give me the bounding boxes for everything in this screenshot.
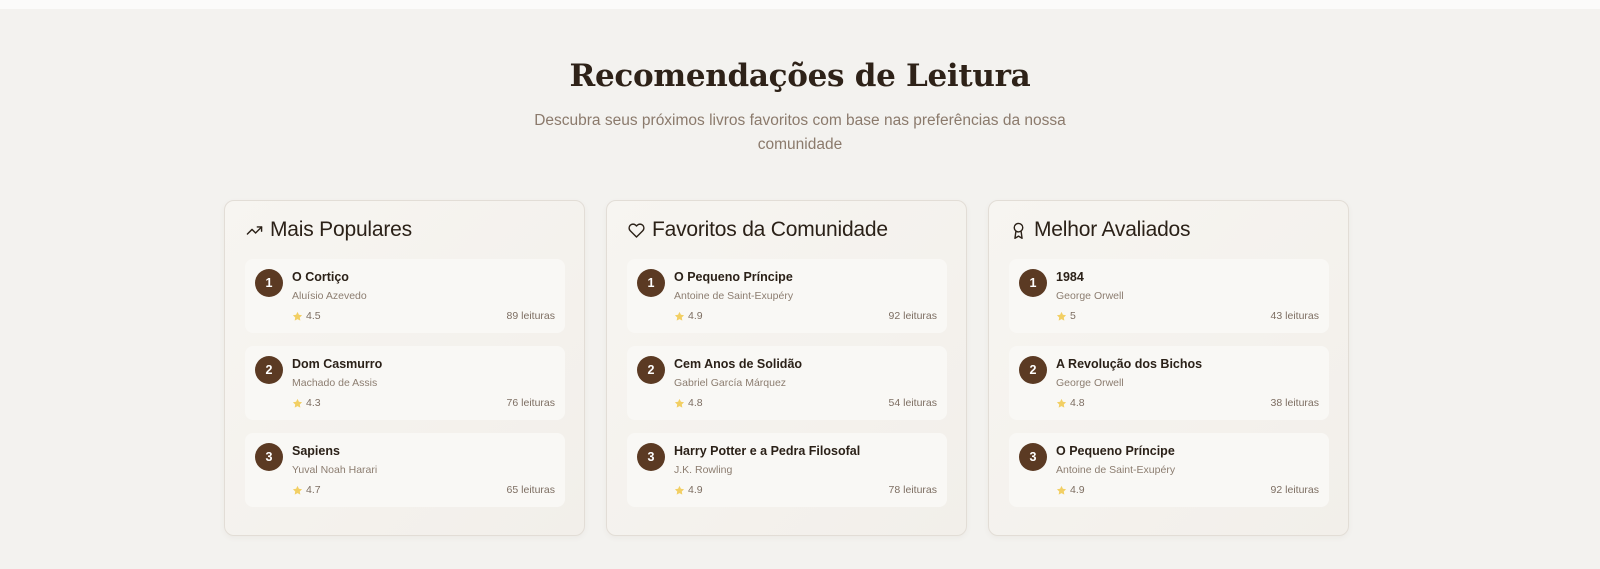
star-icon [674, 485, 685, 495]
book-title: O Pequeno Príncipe [1056, 444, 1175, 458]
reads-count: 76 leituras [506, 397, 555, 409]
rating-value: 4.9 [1070, 484, 1085, 496]
book-item[interactable]: 1 1984 George Orwell 5 43 leituras [1009, 259, 1329, 333]
reads-count: 43 leituras [1270, 310, 1319, 322]
rating-value: 4.8 [688, 397, 703, 409]
book-author: Antoine de Saint-Exupéry [674, 290, 794, 302]
card-title: Melhor Avaliados [1034, 218, 1191, 241]
award-icon [1009, 221, 1027, 239]
book-rating: 4.8 [674, 397, 703, 409]
rating-value: 4.5 [306, 310, 321, 322]
book-title: O Cortiço [292, 270, 349, 284]
rating-value: 4.9 [688, 310, 703, 322]
card-title: Favoritos da Comunidade [652, 218, 888, 241]
rank-badge: 3 [637, 443, 665, 471]
star-icon [1056, 398, 1067, 408]
rank-badge: 3 [255, 443, 283, 471]
book-rating: 4.5 [292, 310, 321, 322]
book-title: Harry Potter e a Pedra Filosofal [674, 444, 861, 458]
card-community-favorites: Favoritos da Comunidade 1 O Pequeno Prín… [606, 200, 967, 536]
book-author: Machado de Assis [292, 377, 378, 389]
book-item[interactable]: 2 Cem Anos de Solidão Gabriel García Már… [627, 346, 947, 420]
book-rating: 4.9 [674, 484, 703, 496]
rank-badge: 2 [1019, 356, 1047, 384]
book-rating: 5 [1056, 310, 1076, 322]
reads-count: 65 leituras [506, 484, 555, 496]
book-author: Yuval Noah Harari [292, 464, 378, 476]
card-header: Favoritos da Comunidade [627, 218, 888, 242]
book-author: Antoine de Saint-Exupéry [1056, 464, 1176, 476]
reads-count: 89 leituras [506, 310, 555, 322]
heart-icon [627, 221, 645, 239]
star-icon [292, 398, 303, 408]
book-rating: 4.7 [292, 484, 321, 496]
star-icon [292, 485, 303, 495]
rank-badge: 1 [255, 269, 283, 297]
book-author: Aluísio Azevedo [292, 290, 367, 302]
rating-value: 4.8 [1070, 397, 1085, 409]
book-title: A Revolução dos Bichos [1056, 357, 1203, 371]
reads-count: 38 leituras [1270, 397, 1319, 409]
book-item[interactable]: 2 Dom Casmurro Machado de Assis 4.3 76 l… [245, 346, 565, 420]
rating-value: 4.7 [306, 484, 321, 496]
book-author: George Orwell [1056, 290, 1124, 302]
rating-value: 4.3 [306, 397, 321, 409]
book-rating: 4.9 [1056, 484, 1085, 496]
section-title: Recomendações de Leitura [569, 58, 1031, 94]
rank-badge: 1 [1019, 269, 1047, 297]
card-title: Mais Populares [270, 218, 412, 241]
reads-count: 92 leituras [888, 310, 937, 322]
section-subtitle: Descubra seus próximos livros favoritos … [534, 112, 1066, 153]
card-most-popular: Mais Populares 1 O Cortiço Aluísio Azeve… [224, 200, 585, 536]
card-top-rated: Melhor Avaliados 1 1984 George Orwell 5 … [988, 200, 1349, 536]
star-icon [674, 398, 685, 408]
card-header: Melhor Avaliados [1009, 218, 1191, 242]
book-author: J.K. Rowling [674, 464, 733, 476]
book-item[interactable]: 3 Sapiens Yuval Noah Harari 4.7 65 leitu… [245, 433, 565, 507]
book-author: Gabriel García Márquez [674, 377, 787, 389]
rank-badge: 2 [255, 356, 283, 384]
star-icon [292, 311, 303, 321]
book-title: 1984 [1056, 270, 1084, 284]
book-item[interactable]: 3 Harry Potter e a Pedra Filosofal J.K. … [627, 433, 947, 507]
reads-count: 54 leituras [888, 397, 937, 409]
rank-badge: 1 [637, 269, 665, 297]
card-header: Mais Populares [245, 218, 412, 242]
book-title: O Pequeno Príncipe [674, 270, 793, 284]
book-title: Cem Anos de Solidão [674, 357, 803, 371]
book-rating: 4.8 [1056, 397, 1085, 409]
reads-count: 92 leituras [1270, 484, 1319, 496]
book-item[interactable]: 2 A Revolução dos Bichos George Orwell 4… [1009, 346, 1329, 420]
book-title: Dom Casmurro [292, 357, 383, 371]
star-icon [674, 311, 685, 321]
book-item[interactable]: 1 O Pequeno Príncipe Antoine de Saint-Ex… [627, 259, 947, 333]
reads-count: 78 leituras [888, 484, 937, 496]
rating-value: 4.9 [688, 484, 703, 496]
rank-badge: 2 [637, 356, 665, 384]
star-icon [1056, 311, 1067, 321]
top-bar-edge [0, 0, 1600, 9]
book-rating: 4.9 [674, 310, 703, 322]
rank-badge: 3 [1019, 443, 1047, 471]
trending-up-icon [245, 221, 263, 239]
rating-value: 5 [1070, 310, 1076, 322]
book-author: George Orwell [1056, 377, 1124, 389]
book-item[interactable]: 3 O Pequeno Príncipe Antoine de Saint-Ex… [1009, 433, 1329, 507]
star-icon [1056, 485, 1067, 495]
book-item[interactable]: 1 O Cortiço Aluísio Azevedo 4.5 89 leitu… [245, 259, 565, 333]
book-rating: 4.3 [292, 397, 321, 409]
book-title: Sapiens [292, 444, 340, 458]
